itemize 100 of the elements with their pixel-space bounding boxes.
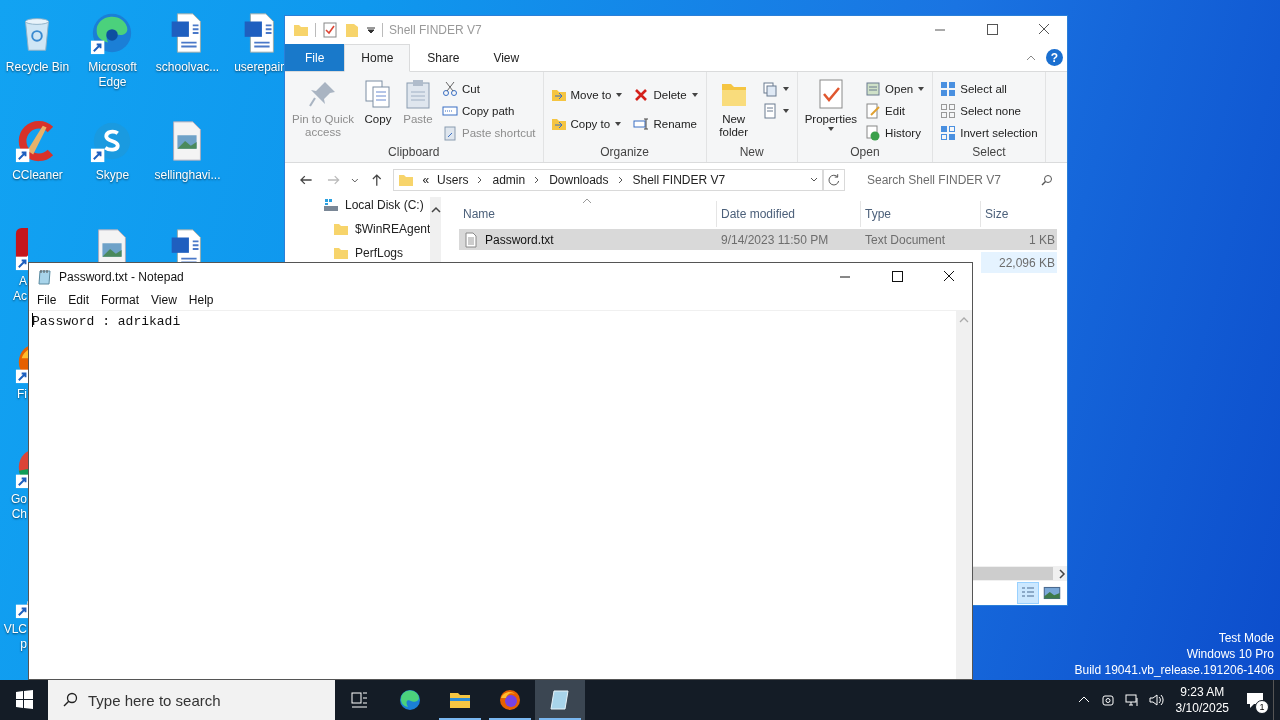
ribbon-button[interactable]: Select all bbox=[938, 78, 1040, 100]
edge-icon bbox=[398, 688, 422, 712]
group-label: Organize bbox=[599, 144, 650, 161]
group-label: Select bbox=[971, 144, 1007, 161]
document-icon bbox=[761, 103, 778, 119]
table-cell-text: Text Document bbox=[864, 232, 947, 247]
network-icon[interactable] bbox=[1123, 692, 1140, 708]
help-button[interactable]: ? bbox=[1046, 49, 1063, 66]
build-info: Build 19041.vb_release.191206-1406 bbox=[1074, 662, 1274, 678]
ribbon-button[interactable]: Select none bbox=[938, 100, 1040, 122]
ribbon-button[interactable]: Edit bbox=[863, 100, 928, 122]
notepad-taskbar-button[interactable] bbox=[535, 680, 585, 720]
table-cell-text: 9/14/2023 11:50 PM bbox=[720, 232, 830, 247]
search-field[interactable]: Search Shell FINDER V7 bbox=[859, 169, 1061, 191]
notification-badge: 1 bbox=[1255, 700, 1269, 714]
menu-item[interactable]: Edit bbox=[62, 293, 96, 307]
caret-icon[interactable] bbox=[366, 25, 376, 35]
clock[interactable]: 9:23 AM 3/10/2025 bbox=[1167, 684, 1237, 716]
scissors-icon bbox=[442, 81, 458, 97]
chevron-icon[interactable] bbox=[616, 176, 625, 184]
scroll-right-button[interactable] bbox=[1057, 568, 1067, 579]
tree-item-label: Local Disk (C:) bbox=[345, 198, 424, 212]
menu-item[interactable]: Format bbox=[95, 293, 146, 307]
clipboard-icon bbox=[442, 125, 458, 141]
path-segment[interactable]: Users bbox=[437, 173, 469, 187]
table-cell[interactable]: 22,096 KB bbox=[981, 252, 1057, 273]
tree-item-label: PerfLogs bbox=[355, 246, 404, 260]
icon-label: Skype bbox=[94, 168, 131, 183]
ribbon-button[interactable]: Copy to bbox=[548, 113, 626, 135]
ribbon-tab[interactable]: File bbox=[285, 44, 345, 71]
volume-icon[interactable] bbox=[1147, 692, 1164, 708]
ribbon-button[interactable]: Move to bbox=[548, 84, 626, 106]
text-area[interactable]: Password : adrikadi bbox=[29, 311, 956, 679]
menu-item[interactable]: Help bbox=[182, 293, 220, 307]
folder-icon bbox=[398, 172, 415, 188]
menu-item[interactable]: File bbox=[31, 293, 63, 307]
icon-label: A Ac bbox=[12, 274, 27, 304]
acrobat-icon[interactable] bbox=[14, 226, 28, 272]
search-icon bbox=[1041, 174, 1053, 186]
address-bar[interactable]: « Users admin Downloads Shell FINDER V7 bbox=[393, 169, 824, 191]
notepad-icon bbox=[548, 688, 572, 712]
column-header[interactable]: Name bbox=[459, 201, 717, 227]
notifications-button[interactable]: 1 bbox=[1237, 680, 1273, 720]
ribbon-tab[interactable]: Home bbox=[344, 44, 411, 72]
tree-item-label: $WinREAgent bbox=[355, 222, 431, 236]
ribbon-button[interactable]: Copy bbox=[360, 76, 396, 144]
path-segment[interactable]: Downloads bbox=[549, 173, 609, 187]
camera-icon[interactable] bbox=[1099, 692, 1116, 708]
icon-label: userepair. bbox=[233, 60, 288, 75]
grid-icon bbox=[940, 125, 957, 141]
icon-label: Recycle Bin bbox=[4, 60, 71, 75]
icon-label: Microsoft Edge bbox=[87, 60, 138, 90]
ribbon-button[interactable]: Copy path bbox=[440, 100, 538, 122]
scrollbar[interactable] bbox=[956, 311, 972, 679]
icon-label: VLC p bbox=[2, 622, 27, 652]
checklist-icon[interactable] bbox=[322, 22, 338, 38]
group-label: Open bbox=[849, 144, 881, 161]
path-segment[interactable]: Shell FINDER V7 bbox=[632, 173, 726, 187]
ribbon-tab[interactable]: Share bbox=[410, 44, 477, 71]
icon-label: sellinghavi... bbox=[153, 168, 222, 183]
icon-label: Go Ch bbox=[10, 492, 27, 522]
build-info: Test Mode bbox=[1218, 630, 1274, 646]
ribbon-button[interactable]: Delete bbox=[631, 84, 701, 106]
ribbon-button[interactable]: New folder bbox=[711, 76, 756, 144]
group-label: New bbox=[738, 144, 765, 161]
menu-item[interactable]: View bbox=[145, 293, 183, 307]
refresh-button[interactable] bbox=[823, 169, 845, 191]
text-file-icon bbox=[463, 231, 479, 248]
ribbon-button[interactable]: Properties bbox=[802, 76, 860, 144]
column-header[interactable]: Type bbox=[861, 201, 981, 227]
sort-indicator-icon bbox=[582, 198, 592, 204]
ribbon-button[interactable]: Cut bbox=[440, 78, 538, 100]
column-header[interactable]: Date modified bbox=[717, 201, 861, 227]
icon-label: schoolvac... bbox=[154, 60, 221, 75]
ribbon-button[interactable]: Invert selection bbox=[938, 122, 1040, 144]
window-title: Password.txt - Notepad bbox=[59, 269, 184, 284]
history-icon bbox=[865, 125, 882, 141]
notepad-icon bbox=[37, 268, 53, 285]
path-icon bbox=[442, 103, 458, 119]
table-cell-text: 1 KB bbox=[1028, 232, 1056, 247]
drive-icon bbox=[323, 197, 339, 213]
icon-label: CCleaner bbox=[11, 168, 64, 183]
ribbon-button[interactable]: Rename bbox=[631, 113, 701, 135]
search-field[interactable]: Type here to search bbox=[48, 680, 335, 720]
ribbon-button[interactable]: History bbox=[863, 122, 928, 144]
documents-icon bbox=[761, 81, 778, 97]
file-row[interactable]: Password.txt 9/14/2023 11:50 PM Text Document 1 KB bbox=[459, 229, 1057, 250]
rename-icon bbox=[633, 116, 650, 132]
scrollbar-thumb[interactable] bbox=[975, 567, 1053, 580]
grid-icon bbox=[940, 81, 957, 97]
path-segment[interactable]: admin bbox=[492, 173, 526, 187]
scroll-up-button[interactable] bbox=[430, 205, 441, 215]
ribbon-tab[interactable]: View bbox=[476, 44, 537, 71]
overflow-chevron[interactable]: « bbox=[422, 173, 430, 187]
build-info: Windows 10 Pro bbox=[1186, 646, 1274, 662]
icon-label: Fi bbox=[16, 387, 27, 402]
column-header[interactable]: Size bbox=[981, 201, 1057, 227]
ribbon-button[interactable]: Open bbox=[863, 78, 928, 100]
group-label: Clipboard bbox=[387, 144, 441, 161]
dropdown-icon[interactable] bbox=[810, 176, 819, 184]
